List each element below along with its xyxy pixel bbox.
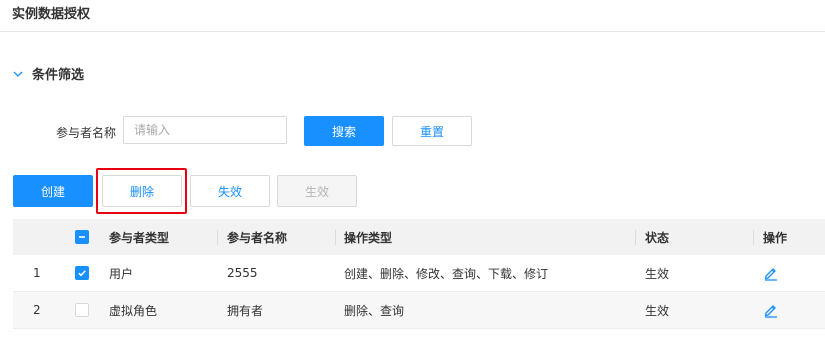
header-operation-type: 操作类型 xyxy=(344,230,393,245)
cell-status: 生效 xyxy=(645,266,670,281)
chevron-down-icon xyxy=(12,68,24,80)
column-divider xyxy=(335,230,336,245)
page-title: 实例数据授权 xyxy=(12,7,91,22)
cell-participant-name: 拥有者 xyxy=(227,303,264,318)
column-divider xyxy=(217,230,218,245)
cell-status: 生效 xyxy=(645,303,670,318)
cell-participant-type: 用户 xyxy=(109,266,134,281)
cell-participant-type: 虚拟角色 xyxy=(109,303,158,318)
table-row[interactable]: 2 虚拟角色 拥有者 删除、查询 生效 xyxy=(13,292,825,329)
participant-name-label: 参与者名称 xyxy=(56,126,117,140)
column-divider xyxy=(753,230,754,245)
authorization-table: 参与者类型 参与者名称 操作类型 状态 操作 1 用户 2555 创建、删除、修… xyxy=(13,219,825,329)
create-button[interactable]: 创建 xyxy=(13,175,93,207)
filter-section-label: 条件筛选 xyxy=(32,68,85,83)
row-checkbox[interactable] xyxy=(75,292,89,328)
cell-operation-type: 创建、删除、修改、查询、下载、修订 xyxy=(344,266,549,281)
header-participant-type: 参与者类型 xyxy=(109,230,170,245)
row-checkbox[interactable] xyxy=(75,255,89,291)
participant-name-input[interactable] xyxy=(123,116,287,144)
delete-button[interactable]: 删除 xyxy=(102,175,182,207)
check-icon xyxy=(75,266,89,280)
search-button[interactable]: 搜索 xyxy=(304,116,384,146)
edit-button[interactable] xyxy=(763,255,779,291)
row-index: 1 xyxy=(33,266,41,280)
table-row[interactable]: 1 用户 2555 创建、删除、修改、查询、下载、修订 生效 xyxy=(13,255,825,292)
edit-button[interactable] xyxy=(763,292,779,328)
edit-pencil-icon xyxy=(763,265,779,281)
invalidate-button[interactable]: 失效 xyxy=(190,175,270,207)
select-all-checkbox[interactable] xyxy=(75,219,89,255)
checkbox-empty xyxy=(75,303,89,317)
table-header: 参与者类型 参与者名称 操作类型 状态 操作 xyxy=(13,219,825,255)
minus-icon xyxy=(75,230,89,244)
header-status: 状态 xyxy=(645,230,670,245)
filter-section-toggle[interactable]: 条件筛选 xyxy=(12,64,84,83)
validate-button[interactable]: 生效 xyxy=(277,175,357,207)
header-action: 操作 xyxy=(763,230,788,245)
header-participant-name: 参与者名称 xyxy=(227,230,288,245)
column-divider xyxy=(635,230,636,245)
cell-participant-name: 2555 xyxy=(227,266,258,280)
title-divider xyxy=(0,31,825,32)
edit-pencil-icon xyxy=(763,302,779,318)
row-index: 2 xyxy=(33,303,41,317)
cell-operation-type: 删除、查询 xyxy=(344,303,405,318)
reset-button[interactable]: 重置 xyxy=(392,116,472,146)
